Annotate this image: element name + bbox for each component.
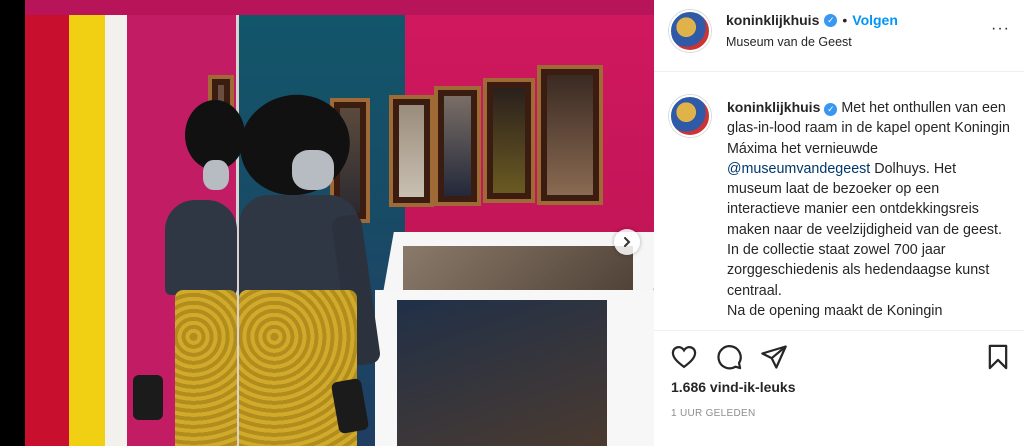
portrait-frame (434, 86, 481, 206)
heart-icon[interactable] (670, 343, 698, 371)
location-link[interactable]: Museum van de Geest (726, 35, 852, 49)
face-mask (292, 150, 334, 190)
museum-scene (25, 0, 654, 446)
portrait-frame (483, 78, 535, 203)
more-options-icon[interactable]: ··· (991, 20, 1010, 38)
header-user: koninklijkhuis ✓ • Volgen (726, 12, 898, 28)
white-stripe (105, 15, 127, 446)
caption-avatar[interactable] (669, 95, 711, 137)
bookmark-icon[interactable] (984, 343, 1012, 371)
yellow-stripe (69, 15, 105, 446)
post-header: koninklijkhuis ✓ • Volgen Museum van de … (654, 0, 1024, 72)
username-link[interactable]: koninklijkhuis (726, 12, 819, 28)
post-panel: koninklijkhuis ✓ • Volgen Museum van de … (654, 0, 1024, 446)
next-photo-button[interactable] (614, 229, 640, 255)
follow-button[interactable]: Volgen (852, 12, 898, 28)
portrait-frame (389, 95, 434, 207)
post-photo[interactable] (0, 0, 654, 446)
mention-link[interactable]: @museumvandegeest (727, 161, 870, 177)
caption-cut-line: Na de opening maakt de Koningin (727, 302, 943, 319)
likes-count[interactable]: 1.686 vind-ik-leuks (671, 379, 796, 395)
clutch-reflection (133, 375, 163, 420)
red-stripe (25, 15, 69, 446)
chevron-right-icon (624, 237, 631, 247)
caption-body-continued: Dolhuys. Het museum laat de bezoeker op … (727, 160, 1002, 299)
avatar[interactable] (669, 10, 711, 52)
skirt-reflection (175, 290, 237, 446)
verified-icon: ✓ (824, 102, 838, 116)
display-case-interior (397, 300, 607, 446)
verified-icon: ✓ (824, 13, 838, 27)
actions-area: 1.686 vind-ik-leuks 1 uur geleden (654, 330, 1024, 446)
mask-reflection (203, 160, 229, 190)
dress-reflection (165, 200, 237, 295)
caption-area: koninklijkhuis ✓ Met het onthullen van ee… (654, 72, 1024, 330)
separator-dot: • (842, 12, 848, 28)
share-icon[interactable] (760, 343, 788, 371)
caption-text: koninklijkhuis ✓ Met het onthullen van ee… (727, 97, 1012, 321)
portrait-frame (537, 65, 603, 205)
comment-icon[interactable] (715, 343, 743, 371)
caption-username-link[interactable]: koninklijkhuis (727, 99, 820, 115)
post-timestamp[interactable]: 1 uur geleden (671, 408, 755, 419)
